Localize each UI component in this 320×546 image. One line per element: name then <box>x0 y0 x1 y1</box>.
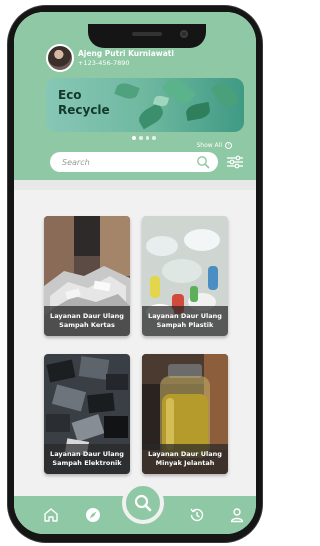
service-card-plastic[interactable]: Layanan Daur Ulang Sampah Plastik <box>142 216 228 336</box>
history-icon[interactable] <box>188 506 206 524</box>
front-camera <box>180 30 188 38</box>
leaf-decoration <box>184 102 212 121</box>
carousel-indicator <box>132 136 156 140</box>
service-label: Layanan Daur Ulang Minyak Jelantah <box>142 444 228 474</box>
service-card-cooking-oil[interactable]: Layanan Daur Ulang Minyak Jelantah <box>142 354 228 474</box>
explore-icon[interactable] <box>84 506 102 524</box>
eco-recycle-banner[interactable]: Eco Recycle <box>46 78 244 132</box>
leaf-decoration <box>114 80 140 102</box>
filter-icon[interactable] <box>226 154 244 170</box>
search-input[interactable] <box>62 155 182 169</box>
phone-notch <box>88 24 206 48</box>
service-label: Layanan Daur Ulang Sampah Elektronik <box>44 444 130 474</box>
service-card-electronic[interactable]: Layanan Daur Ulang Sampah Elektronik <box>44 354 130 474</box>
leaf-decoration <box>210 79 240 111</box>
banner-title: Eco Recycle <box>58 88 110 117</box>
speaker <box>132 32 162 36</box>
carousel-dot[interactable] <box>145 136 149 140</box>
service-label: Layanan Daur Ulang Sampah Plastik <box>142 306 228 336</box>
search-bar[interactable] <box>50 152 218 172</box>
show-all-label: Show All <box>196 142 222 149</box>
search-icon <box>134 494 152 512</box>
avatar[interactable] <box>46 44 74 72</box>
service-label: Layanan Daur Ulang Sampah Kertas <box>44 306 130 336</box>
divider <box>14 180 256 190</box>
show-all-link[interactable]: Show All › <box>196 142 232 149</box>
app-screen: Ajeng Putri Kurniawati +123-456-7890 Eco… <box>14 12 256 534</box>
user-name: Ajeng Putri Kurniawati <box>78 49 174 58</box>
service-card-paper[interactable]: Layanan Daur Ulang Sampah Kertas <box>44 216 130 336</box>
leaf-decoration <box>135 102 167 130</box>
profile-icon[interactable] <box>228 506 246 524</box>
carousel-dot[interactable] <box>152 136 156 140</box>
carousel-dot[interactable] <box>139 136 143 140</box>
search-icon[interactable] <box>196 155 210 169</box>
home-icon[interactable] <box>42 506 60 524</box>
carousel-dot[interactable] <box>132 136 136 140</box>
chevron-right-icon: › <box>225 142 232 149</box>
service-list: Layanan Daur Ulang Sampah Kertas Layanan… <box>14 180 256 490</box>
user-phone: +123-456-7890 <box>78 59 130 67</box>
search-fab-button[interactable] <box>122 482 164 524</box>
